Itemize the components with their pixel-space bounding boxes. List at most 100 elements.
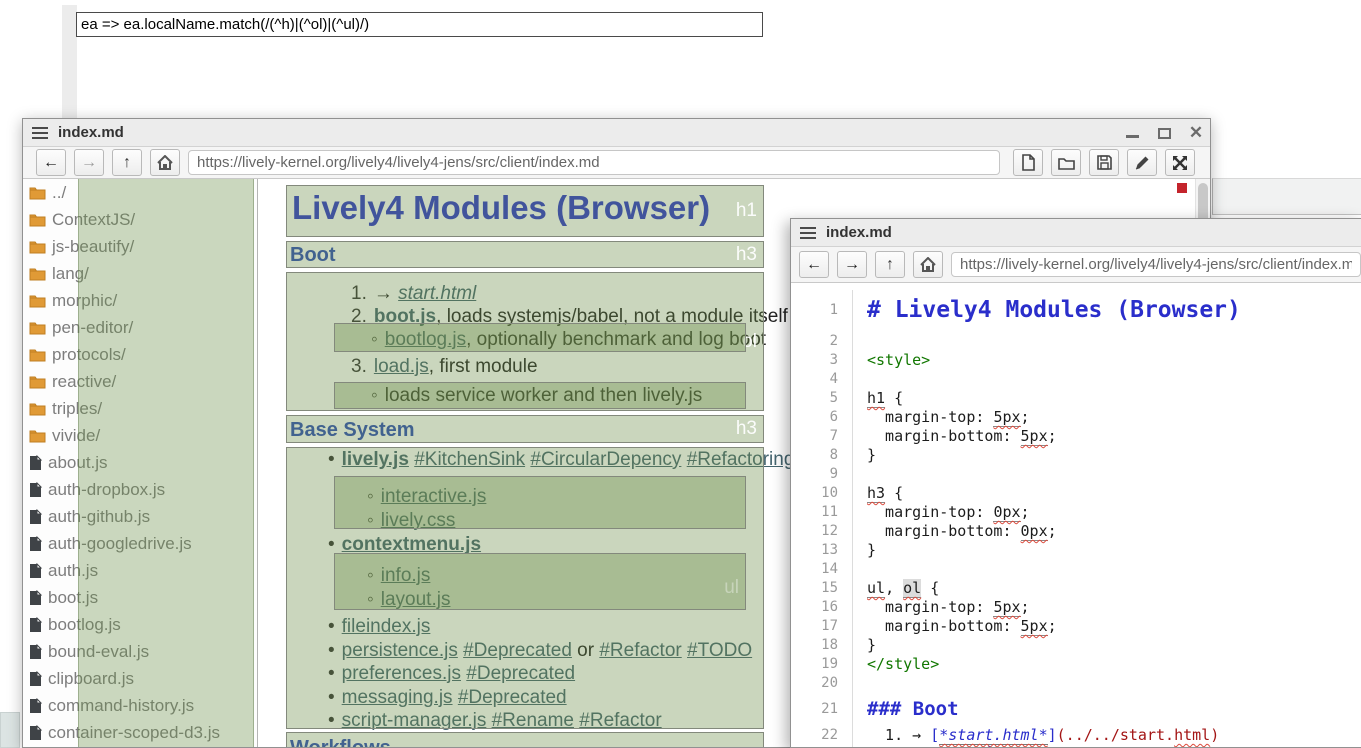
line-number: 18 [791, 636, 853, 655]
forward-button[interactable]: → [74, 149, 104, 176]
edit-button[interactable] [1127, 149, 1157, 176]
back-button[interactable]: ← [36, 149, 66, 176]
editor-line: 7 margin-bottom: 5px; [791, 427, 1361, 446]
folder-icon [29, 321, 46, 335]
window2-titlebar[interactable]: index.md [791, 219, 1361, 247]
list-marker: ◦ [371, 329, 378, 351]
md-heading-workflows: Workflows [290, 737, 391, 747]
window2-title: index.md [826, 224, 892, 241]
md-link[interactable]: contextmenu.js [342, 534, 481, 555]
line-number: 13 [791, 541, 853, 560]
open-folder-button[interactable] [1051, 149, 1081, 176]
code-token: systemjs [1183, 745, 1255, 747]
editor-line: 22 1. → [*start.html*](../../start.html) [791, 726, 1361, 745]
list-marker: ◦ [367, 510, 374, 532]
code-token: html [1174, 726, 1210, 744]
md-link[interactable]: preferences.js [342, 663, 461, 684]
close-icon[interactable]: ✕ [1188, 125, 1204, 141]
forward-button[interactable]: → [837, 251, 867, 278]
md-link[interactable]: fileindex.js [342, 616, 431, 637]
editor-line: 5h1 { [791, 389, 1361, 408]
line-number: 10 [791, 484, 853, 503]
list-marker: 3. [351, 356, 367, 378]
code-token: 5px [1021, 617, 1048, 636]
code-token: ] [1048, 726, 1057, 744]
code-token: margin-top: [867, 598, 993, 616]
save-button[interactable] [1089, 149, 1119, 176]
new-file-button[interactable] [1013, 149, 1043, 176]
home-button[interactable] [150, 149, 180, 176]
editor-line: 14 [791, 560, 1361, 579]
code-token: margin-top: [867, 503, 993, 521]
code-line [853, 332, 1361, 351]
md-link[interactable]: #Refactor [579, 710, 661, 731]
code-line: h3 { [853, 484, 1361, 503]
md-link[interactable]: lively.js [342, 449, 409, 470]
expression-input[interactable] [76, 12, 763, 37]
editor-line: 17 margin-bottom: 5px; [791, 617, 1361, 636]
md-link[interactable]: #TODO [687, 640, 752, 661]
list-marker: • [328, 616, 335, 638]
save-icon [1097, 155, 1112, 170]
md-link[interactable]: #Rename [492, 710, 574, 731]
md-link[interactable]: lively.css [381, 510, 456, 531]
md-text: , optionally benchmark and log boot [466, 329, 766, 350]
menu-icon[interactable] [32, 127, 48, 139]
folder-icon [1058, 156, 1075, 170]
up-button[interactable]: ↑ [875, 251, 905, 278]
url-input[interactable] [951, 252, 1361, 277]
code-line: 2. [**boot.js**](boot.js), loads systemj… [853, 745, 1361, 747]
minimize-icon[interactable] [1124, 125, 1140, 141]
list-marker: 1. [351, 283, 367, 305]
md-link[interactable]: info.js [381, 565, 431, 586]
code-line [853, 674, 1361, 693]
md-link[interactable]: #Deprecated [463, 640, 572, 661]
md-link[interactable]: bootlog.js [385, 329, 466, 350]
code-line [853, 560, 1361, 579]
code-editor[interactable]: 1# Lively4 Modules (Browser)23<style>45h… [791, 284, 1361, 747]
folder-icon [29, 213, 46, 227]
md-list-item: •messaging.js #Deprecated [328, 687, 567, 709]
highlight-box-h3-boot: h3 [286, 241, 764, 268]
line-number: 16 [791, 598, 853, 617]
md-link[interactable]: #CircularDepency [530, 449, 681, 470]
md-link[interactable]: #Refactor [599, 640, 681, 661]
md-link[interactable]: #Deprecated [466, 663, 575, 684]
code-token: ; [1021, 503, 1030, 521]
fullscreen-button[interactable] [1165, 149, 1195, 176]
window2-toolbar: ← → ↑ [791, 247, 1361, 283]
back-button[interactable]: ← [799, 251, 829, 278]
md-link[interactable]: load.js [374, 356, 429, 377]
md-link[interactable]: interactive.js [381, 486, 487, 507]
md-link[interactable]: #KitchenSink [414, 449, 525, 470]
url-input[interactable] [188, 150, 1000, 175]
code-token: ; [1021, 598, 1030, 616]
md-link[interactable]: boot.js [374, 306, 436, 327]
editor-line: 6 margin-top: 5px; [791, 408, 1361, 427]
md-list-item: •script-manager.js #Rename #Refactor [328, 710, 662, 732]
md-link[interactable]: script-manager.js [342, 710, 487, 731]
editor-line: 9 [791, 465, 1361, 484]
menu-icon[interactable] [800, 227, 816, 239]
window1-titlebar[interactable]: index.md ✕ [23, 119, 1210, 147]
home-button[interactable] [913, 251, 943, 278]
line-number: 17 [791, 617, 853, 636]
pencil-icon [1134, 155, 1150, 171]
code-token: js [1084, 745, 1102, 747]
folder-icon [29, 267, 46, 281]
md-link[interactable]: #Deprecated [458, 687, 567, 708]
list-marker: ◦ [367, 486, 374, 508]
code-token: # Lively4 Modules (Browser) [867, 297, 1241, 323]
md-link[interactable]: persistence.js [342, 640, 458, 661]
up-button[interactable]: ↑ [112, 149, 142, 176]
md-link[interactable]: messaging.js [342, 687, 453, 708]
md-link[interactable]: start.html [398, 283, 476, 304]
line-number: 8 [791, 446, 853, 465]
code-line: margin-bottom: 5px; [853, 427, 1361, 446]
md-link[interactable]: #Refactoring [687, 449, 795, 470]
code-token: 0px [993, 503, 1020, 522]
editor-line: 8} [791, 446, 1361, 465]
md-link[interactable]: layout.js [381, 589, 451, 610]
maximize-icon[interactable] [1156, 125, 1172, 141]
code-token: 2. [867, 745, 912, 747]
